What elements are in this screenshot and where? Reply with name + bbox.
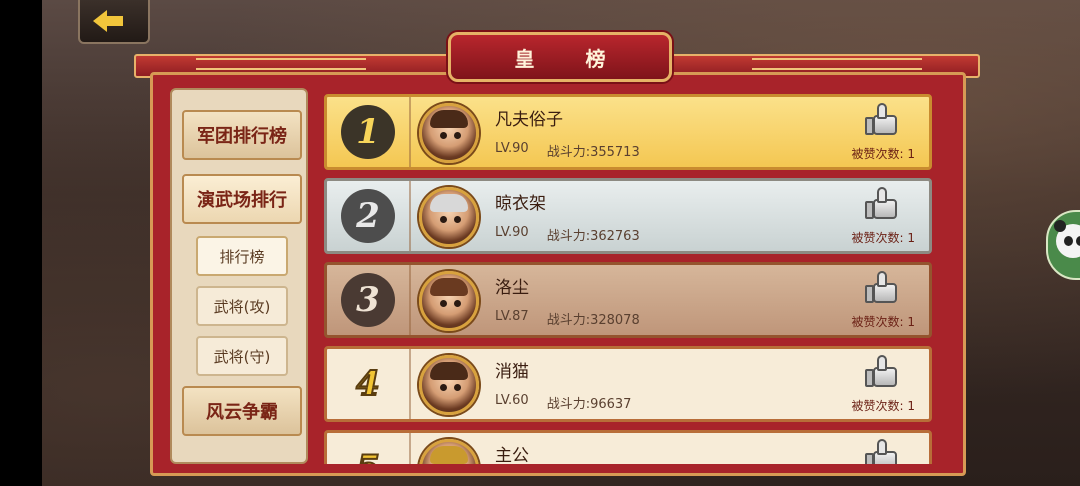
page-title: 皇 榜 xyxy=(514,46,628,71)
player-name: 主公 xyxy=(495,446,529,464)
player-name: 凡夫俗子 xyxy=(495,110,563,130)
player-level: LV.90 xyxy=(495,141,529,156)
tab-arena-ranking[interactable]: 演武场排行 xyxy=(182,174,302,224)
player-name: 洛尘 xyxy=(495,278,529,298)
thumbs-up-icon[interactable] xyxy=(863,439,901,464)
tab-storm-contest[interactable]: 风云争霸 xyxy=(182,386,302,436)
rank-badge: 5 xyxy=(341,441,395,464)
player-avatar[interactable] xyxy=(419,103,479,163)
thumbs-up-icon[interactable] xyxy=(863,271,901,305)
rank-badge: 3 xyxy=(341,273,395,327)
player-avatar[interactable] xyxy=(419,271,479,331)
like-count: 被赞次数: 1 xyxy=(851,315,916,329)
ranking-row[interactable]: 3 洛尘 LV.87 战斗力:328078 被赞次数: 1 xyxy=(324,262,932,338)
rank-badge: 2 xyxy=(341,189,395,243)
like-count: 被赞次数: 1 xyxy=(851,147,916,161)
rank-badge: 1 xyxy=(341,105,395,159)
player-power: 战斗力:355713 xyxy=(546,145,640,160)
player-power: 战斗力:362763 xyxy=(546,229,640,244)
like-count: 被赞次数: 1 xyxy=(851,231,916,245)
category-sidebar: 军团排行榜 演武场排行 排行榜 武将(攻) 武将(守) 风云争霸 xyxy=(170,88,308,464)
ranking-row[interactable]: 4 消猫 LV.60 战斗力:96637 被赞次数: 1 xyxy=(324,346,932,422)
like-count: 被赞次数: 1 xyxy=(851,399,916,413)
player-avatar[interactable] xyxy=(419,439,479,464)
player-avatar[interactable] xyxy=(419,355,479,415)
player-level: LV.60 xyxy=(495,393,529,408)
back-arrow-icon xyxy=(93,10,107,32)
screen-edge xyxy=(0,0,42,486)
thumbs-up-icon[interactable] xyxy=(863,355,901,389)
subtab-generals-defense[interactable]: 武将(守) xyxy=(196,336,288,376)
player-name: 晾衣架 xyxy=(495,194,546,214)
back-button[interactable] xyxy=(78,0,150,44)
subtab-ranking-list[interactable]: 排行榜 xyxy=(196,236,288,276)
ranking-row[interactable]: 1 凡夫俗子 LV.90 战斗力:355713 被赞次数: 1 xyxy=(324,94,932,170)
thumbs-up-icon[interactable] xyxy=(863,187,901,221)
player-avatar[interactable] xyxy=(419,187,479,247)
rank-badge: 4 xyxy=(355,363,381,405)
player-name: 消猫 xyxy=(495,362,529,382)
ranking-row[interactable]: 2 晾衣架 LV.90 战斗力:362763 被赞次数: 1 xyxy=(324,178,932,254)
player-level: LV.87 xyxy=(495,309,529,324)
player-level: LV.90 xyxy=(495,225,529,240)
thumbs-up-icon[interactable] xyxy=(863,103,901,137)
title-plate: 皇 榜 xyxy=(448,32,672,82)
tab-legion-ranking[interactable]: 军团排行榜 xyxy=(182,110,302,160)
ranking-list[interactable]: 1 凡夫俗子 LV.90 战斗力:355713 被赞次数: 1 2 晾衣架 LV… xyxy=(318,92,948,464)
player-power: 战斗力:96637 xyxy=(546,397,632,412)
subtab-generals-attack[interactable]: 武将(攻) xyxy=(196,286,288,326)
player-power: 战斗力:328078 xyxy=(546,313,640,328)
ranking-row[interactable]: 5 主公 xyxy=(324,430,932,464)
